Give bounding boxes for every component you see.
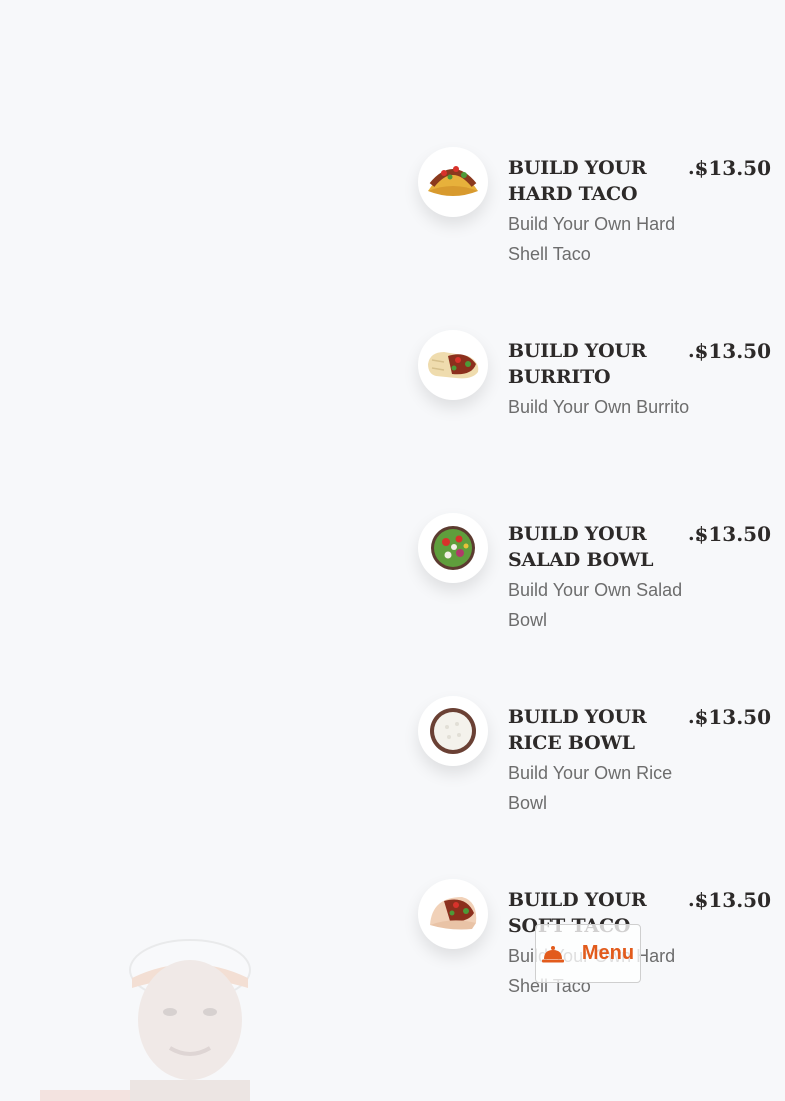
item-description: Build Your Own Salad Bowl	[508, 580, 683, 630]
menu-item[interactable]: BUILD YOUR SALAD BOWL Build Your Own Sal…	[418, 513, 778, 696]
menu-button[interactable]: Menu	[535, 924, 641, 983]
item-price: $13.50	[694, 339, 771, 363]
item-title: BUILD YOUR RICE BOWL	[508, 706, 647, 754]
item-title: BUILD YOUR BURRITO	[508, 340, 647, 388]
item-title: BUILD YOUR HARD TACO	[508, 157, 647, 205]
hard-taco-icon	[418, 147, 488, 217]
item-price: $13.50	[694, 705, 771, 729]
menu-item[interactable]: BUILD YOUR RICE BOWL Build Your Own Rice…	[418, 696, 778, 879]
item-description: Build Your Own Burrito	[508, 397, 690, 417]
rice-bowl-icon	[418, 696, 488, 766]
item-description: Build Your Own Hard Shell Taco	[508, 214, 676, 264]
menu-button-label: Menu	[581, 942, 635, 964]
salad-bowl-icon	[418, 513, 488, 583]
item-description: Build Your Own Rice Bowl	[508, 763, 673, 813]
item-price: $13.50	[694, 888, 771, 912]
item-price: $13.50	[694, 522, 771, 546]
item-title: BUILD YOUR SALAD BOWL	[508, 523, 654, 571]
soft-taco-icon	[418, 879, 488, 949]
item-price: $13.50	[694, 156, 771, 180]
menu-item[interactable]: BUILD YOUR HARD TACO Build Your Own Hard…	[418, 147, 778, 330]
background-staff-image	[40, 930, 280, 1101]
menu-item[interactable]: BUILD YOUR BURRITO Build Your Own Burrit…	[418, 330, 778, 513]
service-bell-icon	[541, 945, 564, 962]
burrito-icon	[418, 330, 488, 400]
